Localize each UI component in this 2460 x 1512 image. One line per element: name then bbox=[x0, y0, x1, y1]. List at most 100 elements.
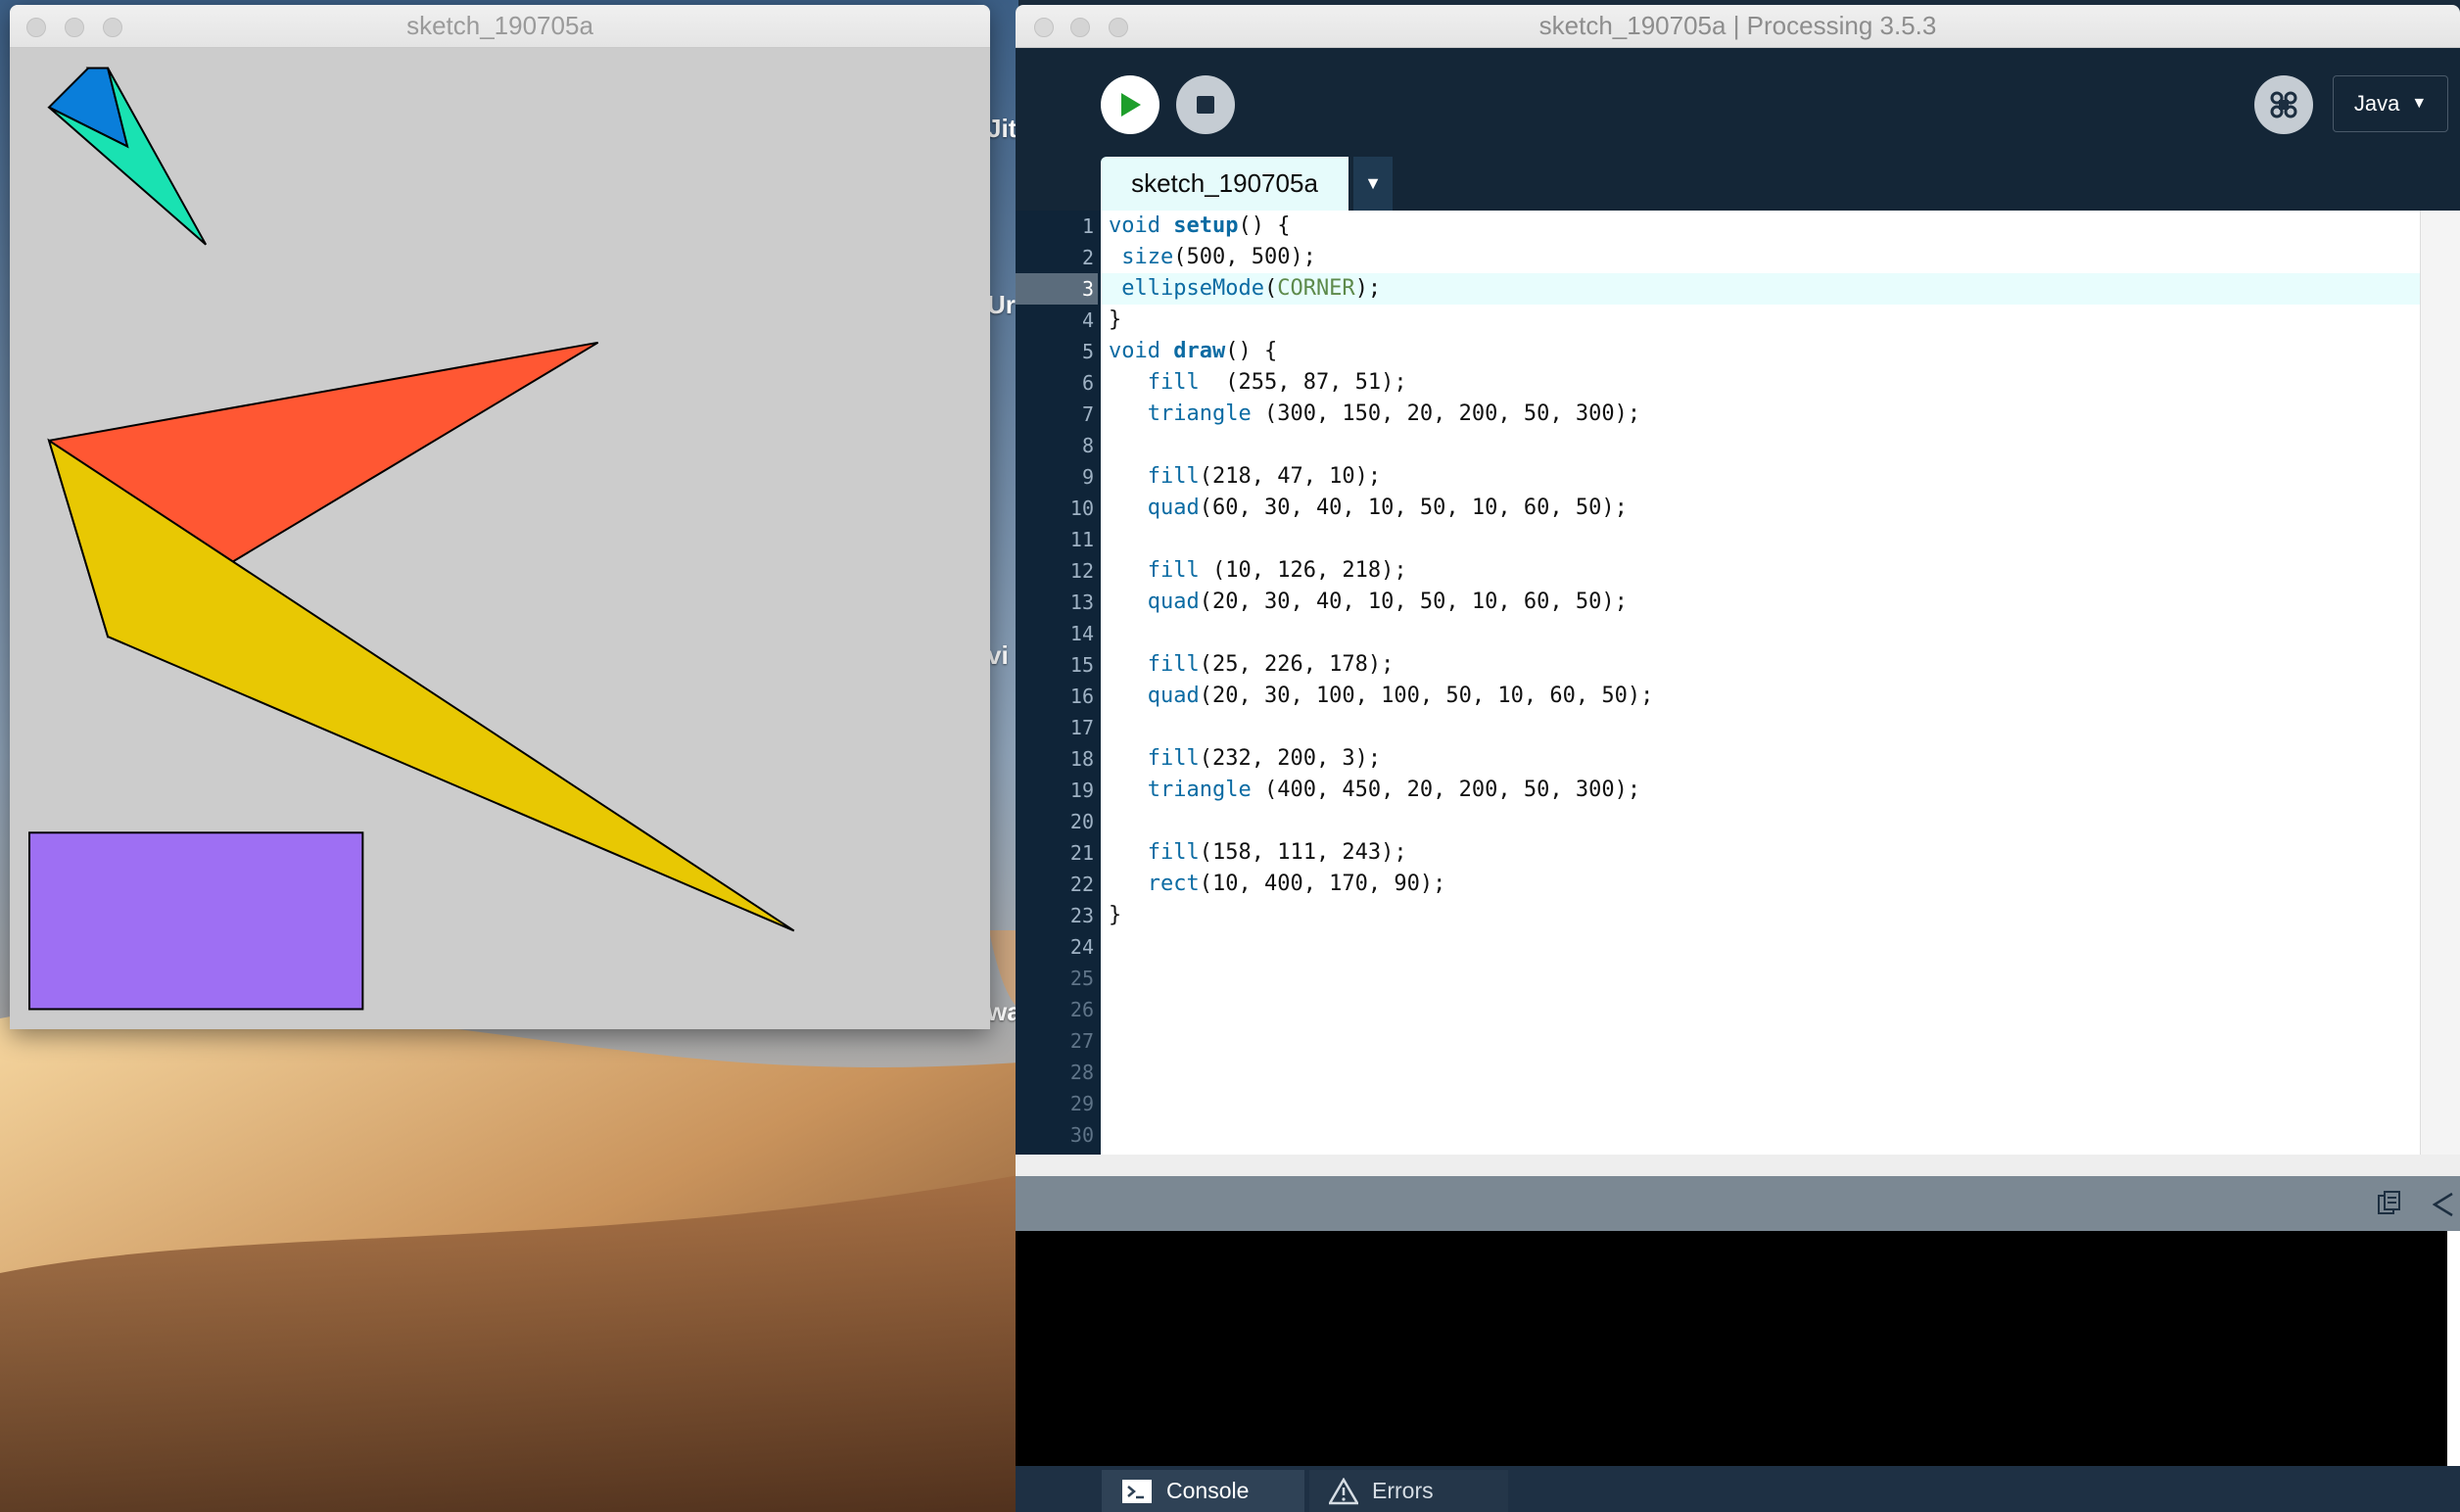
code-token: } bbox=[1109, 307, 1122, 332]
line-number: 8 bbox=[1081, 434, 1094, 457]
line-number: 21 bbox=[1069, 841, 1094, 865]
editor-vertical-scrollbar[interactable] bbox=[2420, 211, 2460, 1155]
code-line: void draw() { bbox=[1109, 336, 1277, 367]
code-token: (10, 126, 218); bbox=[1199, 558, 1407, 583]
tab-menu-button[interactable]: ▼ bbox=[1353, 157, 1393, 211]
code-line: quad(20, 30, 40, 10, 50, 10, 60, 50); bbox=[1109, 587, 1628, 618]
code-line: fill (255, 87, 51); bbox=[1109, 367, 1407, 399]
stop-button[interactable] bbox=[1176, 75, 1235, 134]
tab-errors[interactable]: Errors bbox=[1309, 1470, 1508, 1512]
line-number: 22 bbox=[1069, 873, 1094, 896]
line-number: 14 bbox=[1069, 622, 1094, 645]
desktop-peek-text: vi bbox=[987, 640, 1009, 670]
line-number: 6 bbox=[1081, 371, 1094, 395]
code-line: rect(10, 400, 170, 90); bbox=[1109, 869, 1446, 900]
console-scrollbar[interactable] bbox=[2447, 1231, 2460, 1466]
code-token: fill bbox=[1147, 464, 1200, 489]
code-line: ellipseMode(CORNER); bbox=[1109, 273, 1381, 305]
code-token: quad bbox=[1147, 496, 1200, 520]
code-line: fill (10, 126, 218); bbox=[1109, 555, 1407, 587]
code-token: (300, 150, 20, 200, 50, 300); bbox=[1251, 402, 1641, 426]
debugger-button[interactable] bbox=[2254, 75, 2313, 134]
line-number: 27 bbox=[1069, 1029, 1094, 1053]
code-token: ( bbox=[1263, 276, 1278, 301]
code-token: (500, 500); bbox=[1173, 245, 1316, 269]
code-line: triangle (400, 450, 20, 200, 50, 300); bbox=[1109, 775, 1640, 806]
line-number-gutter: 1 2 3 4 5 6 7 8 9 10 11 12 13 14 15 16 17 18 19 20 21 22 23 24 2… bbox=[1016, 211, 1101, 1155]
code-line: triangle (300, 150, 20, 200, 50, 300); bbox=[1109, 399, 1640, 430]
sketch-titlebar[interactable]: sketch_190705a bbox=[10, 5, 990, 48]
console-header bbox=[1016, 1176, 2460, 1231]
code-token: fill bbox=[1147, 840, 1200, 865]
code-token: size bbox=[1121, 245, 1174, 269]
code-line: fill(158, 111, 243); bbox=[1109, 837, 1407, 869]
sketch-canvas[interactable] bbox=[10, 48, 990, 1029]
code-text-area[interactable]: void setup() { size(500, 500); ellipseMo… bbox=[1101, 211, 2460, 1155]
code-token: void bbox=[1109, 339, 1174, 363]
line-number: 16 bbox=[1069, 685, 1094, 708]
code-token: ellipseMode bbox=[1121, 276, 1264, 301]
code-token: triangle bbox=[1147, 402, 1252, 426]
code-line: } bbox=[1109, 900, 1121, 931]
code-token: (60, 30, 40, 10, 50, 10, 60, 50); bbox=[1199, 496, 1628, 520]
line-number: 5 bbox=[1081, 340, 1094, 363]
code-token: } bbox=[1109, 903, 1122, 927]
line-number: 3 bbox=[1016, 273, 1098, 305]
code-token: quad bbox=[1147, 684, 1200, 708]
collapse-console-icon[interactable] bbox=[2433, 1192, 2454, 1217]
processing-ide-window: sketch_190705a | Processing 3.5.3 Java ▼ bbox=[1016, 5, 2460, 1512]
code-line: fill(232, 200, 3); bbox=[1109, 743, 1381, 775]
sketch-window-title: sketch_190705a bbox=[406, 11, 593, 40]
mode-label: Java bbox=[2353, 91, 2400, 116]
line-number: 17 bbox=[1069, 716, 1094, 739]
tab-console[interactable]: Console bbox=[1102, 1470, 1304, 1512]
chevron-down-icon: ▼ bbox=[1364, 173, 1382, 193]
ide-titlebar[interactable]: sketch_190705a | Processing 3.5.3 bbox=[1016, 5, 2460, 48]
warning-icon bbox=[1329, 1477, 1358, 1504]
tab-errors-label: Errors bbox=[1372, 1478, 1434, 1503]
code-token: quad bbox=[1147, 590, 1200, 614]
code-line: fill(25, 226, 178); bbox=[1109, 649, 1395, 681]
code-token: draw bbox=[1173, 339, 1226, 363]
code-token: (20, 30, 40, 10, 50, 10, 60, 50); bbox=[1199, 590, 1628, 614]
console-tab-bar: Console Errors bbox=[1016, 1466, 2460, 1512]
mode-selector[interactable]: Java ▼ bbox=[2333, 75, 2448, 132]
line-number: 18 bbox=[1069, 747, 1094, 771]
code-editor[interactable]: 1 2 3 4 5 6 7 8 9 10 11 12 13 14 15 16 17 18 19 20 21 22 23 24 2… bbox=[1016, 211, 2460, 1155]
line-number: 2 bbox=[1081, 246, 1094, 269]
code-token: rect bbox=[1147, 872, 1200, 896]
copy-icon[interactable] bbox=[2377, 1190, 2402, 1217]
sketch-drawing bbox=[28, 67, 795, 1011]
tab-sketch-file[interactable]: sketch_190705a bbox=[1101, 157, 1348, 211]
line-number: 30 bbox=[1069, 1123, 1094, 1147]
code-token: (10, 400, 170, 90); bbox=[1199, 872, 1446, 896]
code-token: (158, 111, 243); bbox=[1199, 840, 1407, 865]
line-number: 28 bbox=[1069, 1061, 1094, 1084]
code-line: quad(60, 30, 40, 10, 50, 10, 60, 50); bbox=[1109, 493, 1628, 524]
run-button[interactable] bbox=[1101, 75, 1159, 134]
purple-rect bbox=[28, 831, 364, 1011]
editor-horizontal-scrollbar[interactable] bbox=[1016, 1155, 2460, 1176]
code-token: () { bbox=[1238, 213, 1291, 238]
tab-console-label: Console bbox=[1166, 1478, 1250, 1503]
line-number: 26 bbox=[1069, 998, 1094, 1021]
line-number: 29 bbox=[1069, 1092, 1094, 1115]
console-output[interactable] bbox=[1016, 1231, 2447, 1466]
line-number: 4 bbox=[1081, 308, 1094, 332]
line-number: 10 bbox=[1069, 496, 1094, 520]
line-number: 1 bbox=[1081, 214, 1094, 238]
code-token: fill bbox=[1147, 558, 1200, 583]
debugger-icon bbox=[2270, 91, 2297, 118]
tab-label: sketch_190705a bbox=[1131, 168, 1318, 198]
